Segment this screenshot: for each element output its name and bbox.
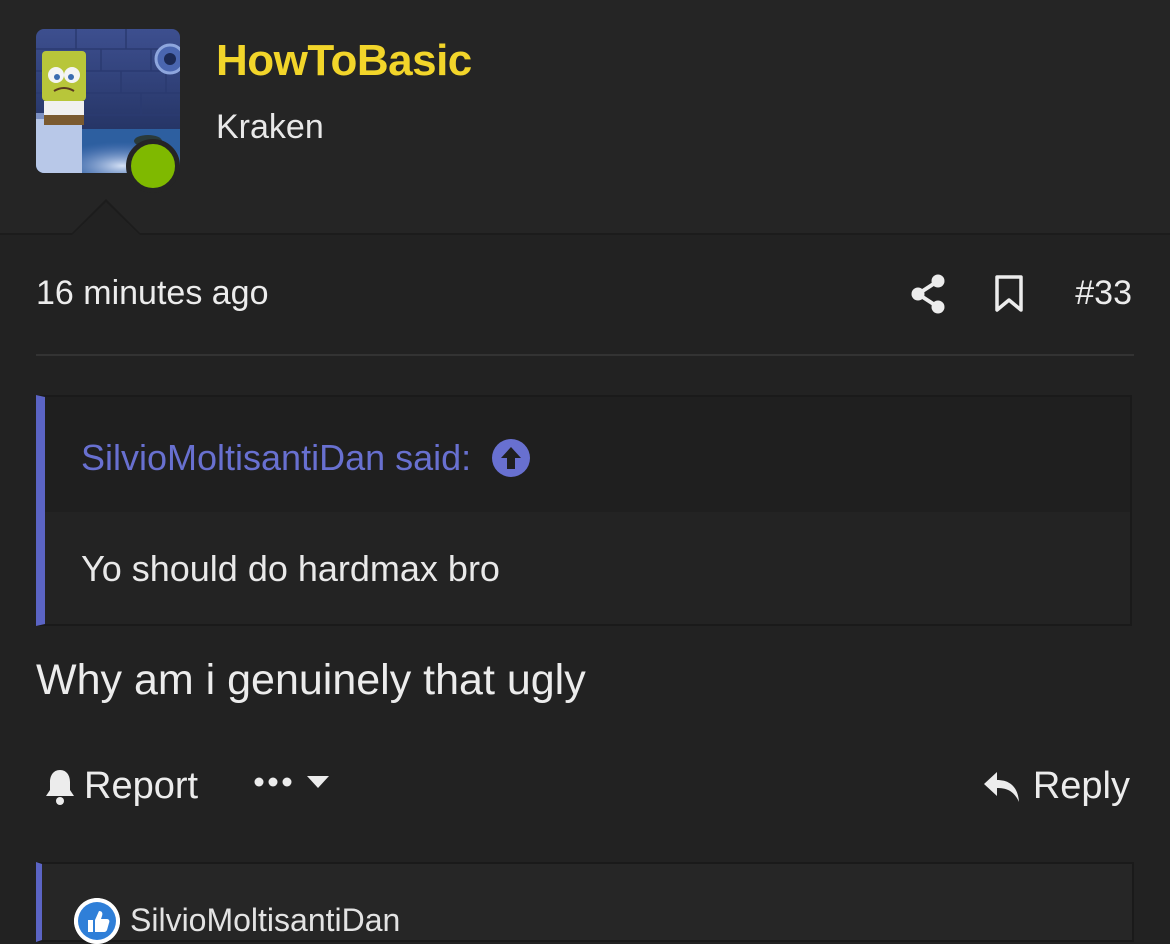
quote-text: Yo should do hardmax bro — [81, 548, 500, 589]
report-button[interactable]: Report — [44, 765, 198, 808]
avatar-container[interactable] — [36, 29, 180, 193]
share-icon[interactable] — [910, 274, 946, 314]
reply-label: Reply — [1032, 765, 1130, 807]
post-number-link[interactable]: #33 — [1075, 274, 1132, 313]
user-header: HowToBasic Kraken — [0, 0, 1170, 235]
quote-block: SilvioMoltisantiDan said: Yo should do h… — [36, 395, 1132, 626]
quote-body: Yo should do hardmax bro — [45, 512, 1130, 624]
post-meta: 16 minutes ago #33 — [36, 270, 1134, 320]
reply-icon — [983, 771, 1019, 802]
quote-author-link[interactable]: SilvioMoltisantiDan said: — [81, 437, 531, 479]
more-options-button[interactable] — [254, 775, 330, 789]
post-timestamp[interactable]: 16 minutes ago — [36, 274, 269, 313]
header-notch — [72, 202, 140, 235]
reactions-bar: SilvioMoltisantiDan — [36, 862, 1134, 944]
reactions-user-link[interactable]: SilvioMoltisantiDan — [130, 902, 400, 939]
meta-divider — [36, 354, 1134, 356]
like-icon[interactable] — [74, 898, 120, 944]
quote-author-label: SilvioMoltisantiDan said: — [81, 437, 472, 478]
jump-to-quote-icon[interactable] — [491, 438, 531, 478]
quote-header: SilvioMoltisantiDan said: — [45, 397, 1130, 512]
ellipsis-icon — [254, 777, 292, 787]
online-status-indicator — [126, 139, 180, 193]
bell-icon — [46, 769, 74, 805]
user-title: Kraken — [216, 108, 324, 146]
bookmark-icon[interactable] — [994, 275, 1024, 313]
report-label: Report — [84, 765, 199, 807]
post-message: Why am i genuinely that ugly — [36, 656, 586, 704]
reply-button[interactable]: Reply — [983, 765, 1130, 808]
chevron-down-icon — [307, 776, 329, 788]
post-actions: Report Reply — [36, 765, 1134, 815]
username-link[interactable]: HowToBasic — [216, 36, 472, 86]
